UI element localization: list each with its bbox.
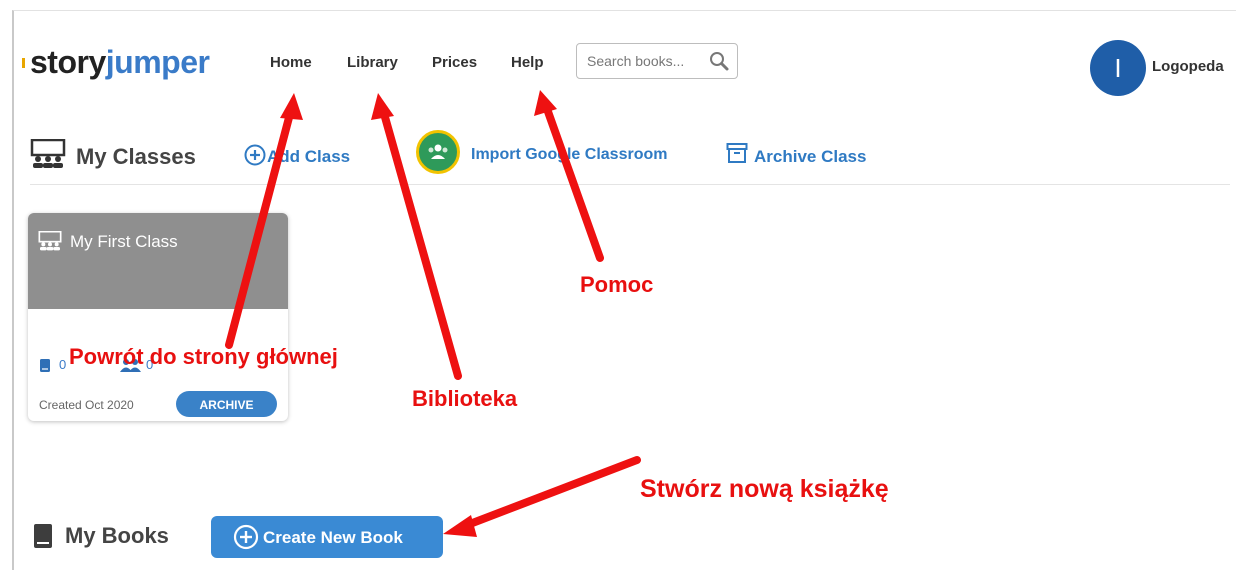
archive-icon[interactable] [726,142,748,164]
logo-accent [22,58,25,68]
section-divider [30,184,1230,185]
annotation-library: Biblioteka [412,386,518,411]
storyjumper-logo[interactable]: storyjumper [30,44,210,80]
classroom-icon [30,139,66,168]
username[interactable]: Logopeda [1152,58,1224,75]
class-card-title[interactable]: My First Class [70,232,178,252]
archive-button[interactable]: ARCHIVE [176,391,277,417]
class-card[interactable]: My First Class 0 0 Created Oct 2020 ARCH… [28,213,288,421]
nav-home[interactable]: Home [270,54,312,71]
nav-library[interactable]: Library [347,54,398,71]
books-count: 0 [59,357,67,372]
add-class-link[interactable]: Add Class [267,147,350,167]
add-circle-icon[interactable] [233,524,259,550]
import-google-classroom-link[interactable]: Import Google Classroom [471,146,667,164]
google-classroom-icon[interactable] [416,130,460,174]
classroom-icon [38,231,62,251]
book-icon [34,524,52,548]
annotation-help: Pomoc [580,272,654,297]
annotation-create: Stwórz nową książkę [640,475,889,503]
book-icon [40,359,50,372]
nav-help[interactable]: Help [511,54,544,71]
class-created-date: Created Oct 2020 [39,398,134,412]
add-circle-icon[interactable] [244,144,266,166]
archive-class-link[interactable]: Archive Class [754,147,866,167]
logo-jumper-text: jumper [105,44,210,80]
class-card-header [28,213,288,309]
my-books-title: My Books [65,523,169,548]
search-icon[interactable] [708,50,730,72]
avatar[interactable]: I [1090,40,1146,96]
my-classes-title: My Classes [76,144,196,169]
annotation-home: Powrót do strony głównej [69,344,338,369]
logo-story-text: story [30,44,106,80]
nav-prices[interactable]: Prices [432,54,477,71]
